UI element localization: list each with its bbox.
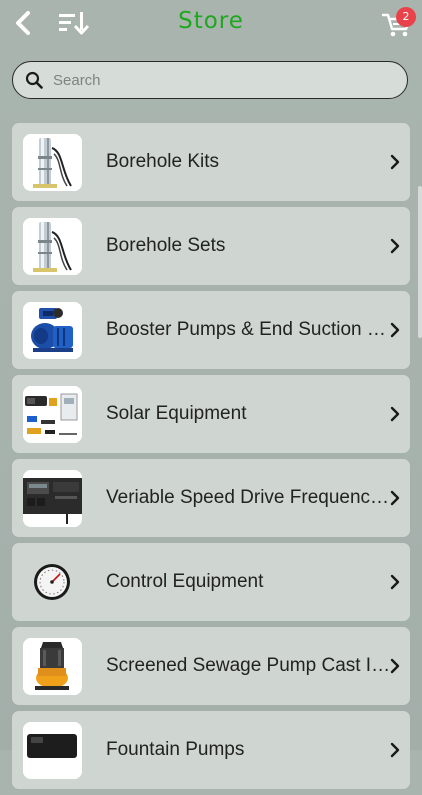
category-label: Fountain Pumps (106, 739, 245, 760)
category-label: Solar Equipment (106, 403, 247, 424)
search-input[interactable] (51, 62, 395, 99)
category-item-borehole-kits[interactable]: Borehole Kits (12, 123, 410, 201)
chevron-right-icon (390, 406, 400, 422)
chevron-right-icon (390, 238, 400, 254)
search-icon (25, 71, 43, 89)
fountain-pump-thumbnail (23, 722, 82, 779)
chevron-right-icon (390, 154, 400, 170)
scrollbar[interactable] (418, 186, 422, 338)
category-item-solar-equipment[interactable]: Solar Equipment (12, 375, 410, 453)
category-item-booster-pumps[interactable]: Booster Pumps & End Suction Pumps (12, 291, 410, 369)
category-item-control-equipment[interactable]: Control Equipment (12, 543, 410, 621)
search-bar[interactable] (12, 61, 408, 99)
category-item-borehole-sets[interactable]: Borehole Sets (12, 207, 410, 285)
vsd-drive-thumbnail (23, 470, 82, 527)
page-title: Store (178, 8, 244, 34)
category-label: Borehole Kits (106, 151, 220, 172)
chevron-right-icon (390, 658, 400, 674)
chevron-right-icon (390, 574, 400, 590)
category-label: Borehole Sets (106, 235, 226, 256)
sewage-pump-thumbnail (23, 638, 82, 695)
category-item-fountain-pumps[interactable]: Fountain Pumps (12, 711, 410, 789)
category-item-sewage-pumps[interactable]: Screened Sewage Pump Cast Iron (12, 627, 410, 705)
cart-count-badge: 2 (396, 7, 416, 27)
app-header: Store 2 (0, 0, 422, 46)
category-label: Screened Sewage Pump Cast Iron (106, 655, 392, 676)
category-item-variable-speed-drives[interactable]: Veriable Speed Drive Frequency Inverters (12, 459, 410, 537)
solar-kit-thumbnail (23, 386, 82, 443)
booster-pump-thumbnail (23, 302, 82, 359)
category-label: Control Equipment (106, 571, 264, 592)
borehole-pump-thumbnail (23, 218, 82, 275)
category-list: Borehole Kits Borehole Sets Booster Pump… (12, 123, 410, 795)
pressure-gauge-thumbnail (23, 554, 82, 611)
category-label: Veriable Speed Drive Frequency Inverters (106, 487, 392, 508)
chevron-right-icon (390, 742, 400, 758)
chevron-right-icon (390, 490, 400, 506)
chevron-right-icon (390, 322, 400, 338)
category-label: Booster Pumps & End Suction Pumps (106, 319, 392, 340)
borehole-pump-thumbnail (23, 134, 82, 191)
